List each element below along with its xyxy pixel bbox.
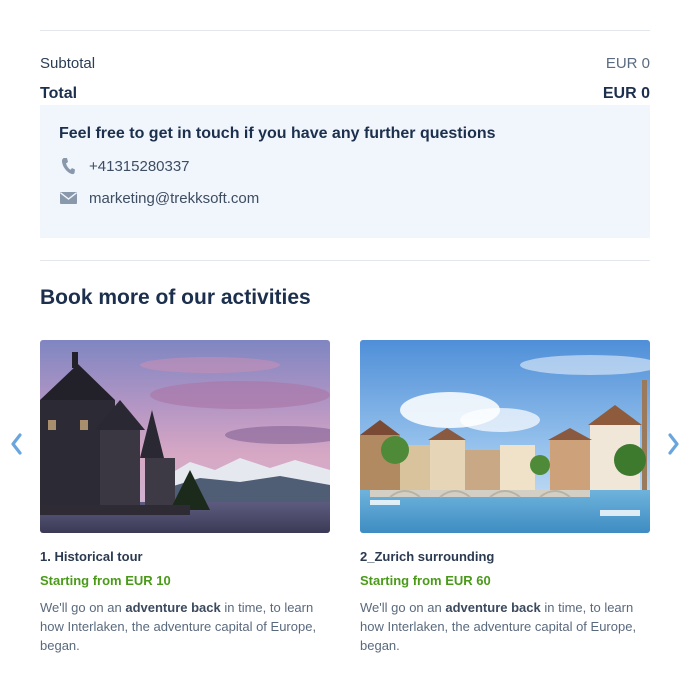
section-divider: [40, 260, 650, 261]
activity-price: Starting from EUR 10: [40, 573, 171, 588]
email-address[interactable]: marketing@trekksoft.com: [89, 190, 259, 207]
contact-heading: Feel free to get in touch if you have an…: [59, 125, 496, 142]
subtotal-row: Subtotal EUR 0: [40, 55, 650, 72]
top-divider: [40, 30, 650, 31]
contact-phone[interactable]: +41315280337: [59, 157, 631, 175]
activity-description: We'll go on an adventure back in time, t…: [40, 600, 317, 653]
phone-number[interactable]: +41315280337: [89, 158, 190, 175]
activity-price: Starting from EUR 60: [360, 573, 491, 588]
activity-card[interactable]: 1. Historical tour Starting from EUR 10 …: [40, 340, 330, 655]
phone-icon: [59, 157, 77, 175]
chevron-left-icon: [11, 433, 22, 455]
activity-image-zurich-river[interactable]: [360, 340, 650, 533]
envelope-icon: [59, 189, 77, 207]
total-label: Total: [40, 85, 78, 102]
activities-title: Book more of our activities: [40, 286, 311, 309]
contact-email[interactable]: marketing@trekksoft.com: [59, 189, 631, 207]
total-row: Total EUR 0: [40, 85, 650, 103]
chevron-right-icon: [668, 433, 679, 455]
total-value: EUR 0: [602, 85, 650, 102]
subtotal-label: Subtotal: [40, 55, 96, 72]
activity-image-castle-lake[interactable]: [40, 340, 330, 533]
activity-description: We'll go on an adventure back in time, t…: [360, 600, 637, 653]
contact-box: Feel free to get in touch if you have an…: [40, 105, 650, 238]
carousel-prev-button[interactable]: [8, 430, 24, 458]
carousel-next-button[interactable]: [666, 430, 682, 458]
activity-name[interactable]: 2_Zurich surrounding: [360, 549, 650, 564]
activity-card[interactable]: 2_Zurich surrounding Starting from EUR 6…: [360, 340, 650, 655]
activity-name[interactable]: 1. Historical tour: [40, 549, 330, 564]
subtotal-value: EUR 0: [605, 55, 650, 72]
